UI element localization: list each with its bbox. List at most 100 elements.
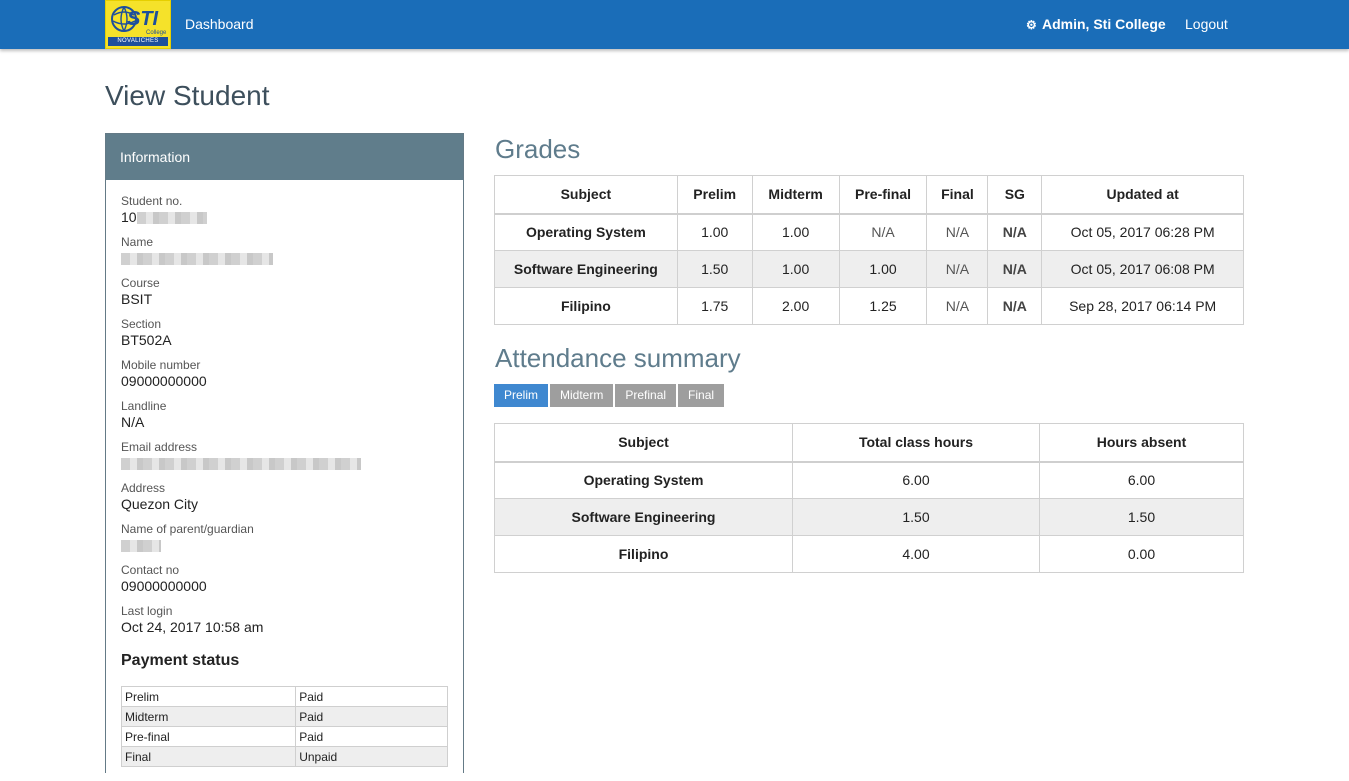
grades-cell: Sep 28, 2017 06:14 PM <box>1041 287 1244 325</box>
grades-cell: N/A <box>987 250 1043 288</box>
field-label: Name <box>121 235 154 249</box>
payment-term: Final <box>120 746 297 767</box>
tab-prelim[interactable]: Prelim <box>494 384 549 407</box>
attendance-cell: 1.50 <box>792 498 1040 536</box>
field-value-text: BSIT <box>121 291 153 307</box>
nav-dashboard-link[interactable]: Dashboard <box>185 0 254 49</box>
field-value-text: 09000000000 <box>121 578 207 594</box>
grades-cell: Oct 05, 2017 06:28 PM <box>1041 213 1244 251</box>
tab-prefinal[interactable]: Prefinal <box>615 384 677 407</box>
payment-status: Paid <box>295 726 448 747</box>
grades-cell: N/A <box>926 250 989 288</box>
grades-cell: N/A <box>987 213 1043 251</box>
grades-column-header: Prelim <box>676 175 753 215</box>
grades-row: Software Engineering 1.50 1.00 1.00 N/A N/A Oc… <box>494 250 1244 288</box>
field-label: Mobile number <box>121 358 201 372</box>
field-value-text: 09000000000 <box>121 373 207 389</box>
field-label: Course <box>121 276 160 290</box>
info-field: Contact no 09000000000 <box>121 563 448 595</box>
attendance-term-tabs: Prelim Midterm Prefinal Final <box>494 384 726 408</box>
field-label: Landline <box>121 399 167 413</box>
tab-midterm[interactable]: Midterm <box>550 384 614 407</box>
attendance-column-header: Subject <box>494 423 793 463</box>
field-label: Section <box>121 317 162 331</box>
nav-user-menu[interactable]: ⚙ Admin, Sti College <box>1026 0 1166 49</box>
logo-text: STI <box>127 8 159 30</box>
logo-location: NOVALICHES <box>108 37 168 46</box>
grades-column-header: Subject <box>494 175 678 215</box>
grades-cell: 1.00 <box>676 213 753 251</box>
field-value: BT502A <box>121 332 448 349</box>
logo-subtext: College <box>146 30 167 36</box>
field-value <box>121 455 448 472</box>
grades-column-header: Final <box>926 175 989 215</box>
redacted-value <box>121 458 361 471</box>
field-value: BSIT <box>121 291 448 308</box>
info-field: Section BT502A <box>121 317 448 349</box>
attendance-table: Subject Total class hours Hours absent Ope… <box>494 423 1244 573</box>
grades-cell: 1.00 <box>838 250 928 288</box>
field-value-text: Oct 24, 2017 10:58 am <box>121 619 264 635</box>
tab-final[interactable]: Final <box>678 384 725 407</box>
info-field: Student no. 10 <box>121 194 448 226</box>
attendance-cell: 6.00 <box>1039 461 1244 499</box>
attendance-row: Software Engineering 1.50 1.50 <box>494 498 1244 536</box>
attendance-cell: Software Engineering <box>494 498 793 536</box>
grades-column-header: Updated at <box>1041 175 1244 215</box>
grades-column-header: SG <box>987 175 1043 215</box>
info-field: Address Quezon City <box>121 481 448 513</box>
payment-status: Paid <box>295 686 448 707</box>
grades-cell: Software Engineering <box>494 250 678 288</box>
grades-cell: 1.25 <box>838 287 928 325</box>
payment-term: Midterm <box>120 706 297 727</box>
field-label: Contact no <box>121 563 180 577</box>
field-value: 09000000000 <box>121 578 448 595</box>
redacted-value <box>121 253 273 266</box>
grades-row: Filipino 1.75 2.00 1.25 N/A N/A Sep 28, 2017 0… <box>494 287 1244 325</box>
grades-table: Subject Prelim Midterm Pre-final Final SG Upda… <box>494 175 1244 325</box>
grades-cell: 1.50 <box>676 250 753 288</box>
grades-cell: Operating System <box>494 213 678 251</box>
globe-logo-icon: STI College <box>111 6 167 36</box>
field-value: 10 <box>121 209 448 226</box>
payment-term: Pre-final <box>120 726 297 747</box>
nav-logout-link[interactable]: Logout <box>1185 0 1228 49</box>
field-value: Quezon City <box>121 496 448 513</box>
sti-logo[interactable]: STI College NOVALICHES <box>105 0 171 49</box>
redacted-value <box>136 212 207 225</box>
payment-status: Paid <box>295 706 448 727</box>
information-panel-body: Student no. 10 Name Course BSIT Section BT502A… <box>106 180 463 781</box>
payment-row: Midterm Paid <box>120 706 448 727</box>
grades-cell: N/A <box>987 287 1043 325</box>
payment-status-table: Prelim Paid Midterm Paid Pre-final Paid Final U… <box>120 686 448 767</box>
student-fields: Student no. 10 Name Course BSIT Section BT502A… <box>121 194 448 636</box>
info-field: Landline N/A <box>121 399 448 431</box>
attendance-row: Operating System 6.00 6.00 <box>494 461 1244 499</box>
info-field: Mobile number 09000000000 <box>121 358 448 390</box>
grades-cell: 2.00 <box>751 287 840 325</box>
field-value-text: BT502A <box>121 332 172 348</box>
grades-cell: 1.00 <box>751 213 840 251</box>
grades-cell: Oct 05, 2017 06:08 PM <box>1041 250 1244 288</box>
field-value-text: 10 <box>121 209 137 225</box>
attendance-column-header: Hours absent <box>1039 423 1244 463</box>
grades-cell: N/A <box>926 287 989 325</box>
payment-status: Unpaid <box>295 746 448 767</box>
grades-cell: 1.00 <box>751 250 840 288</box>
grades-row: Operating System 1.00 1.00 N/A N/A N/A Oct 05,… <box>494 213 1244 251</box>
field-label: Email address <box>121 440 198 454</box>
field-value <box>121 537 448 554</box>
grades-cell: N/A <box>838 213 928 251</box>
info-field: Last login Oct 24, 2017 10:58 am <box>121 604 448 636</box>
field-value: 09000000000 <box>121 373 448 390</box>
info-field: Email address <box>121 440 448 472</box>
attendance-cell: 4.00 <box>792 535 1040 573</box>
attendance-column-header: Total class hours <box>792 423 1040 463</box>
attendance-row: Filipino 4.00 0.00 <box>494 535 1244 573</box>
payment-term: Prelim <box>120 686 297 707</box>
redacted-value <box>121 540 161 553</box>
field-value <box>121 250 448 267</box>
field-value: Oct 24, 2017 10:58 am <box>121 619 448 636</box>
field-label: Last login <box>121 604 173 618</box>
payment-row: Final Unpaid <box>120 746 448 767</box>
